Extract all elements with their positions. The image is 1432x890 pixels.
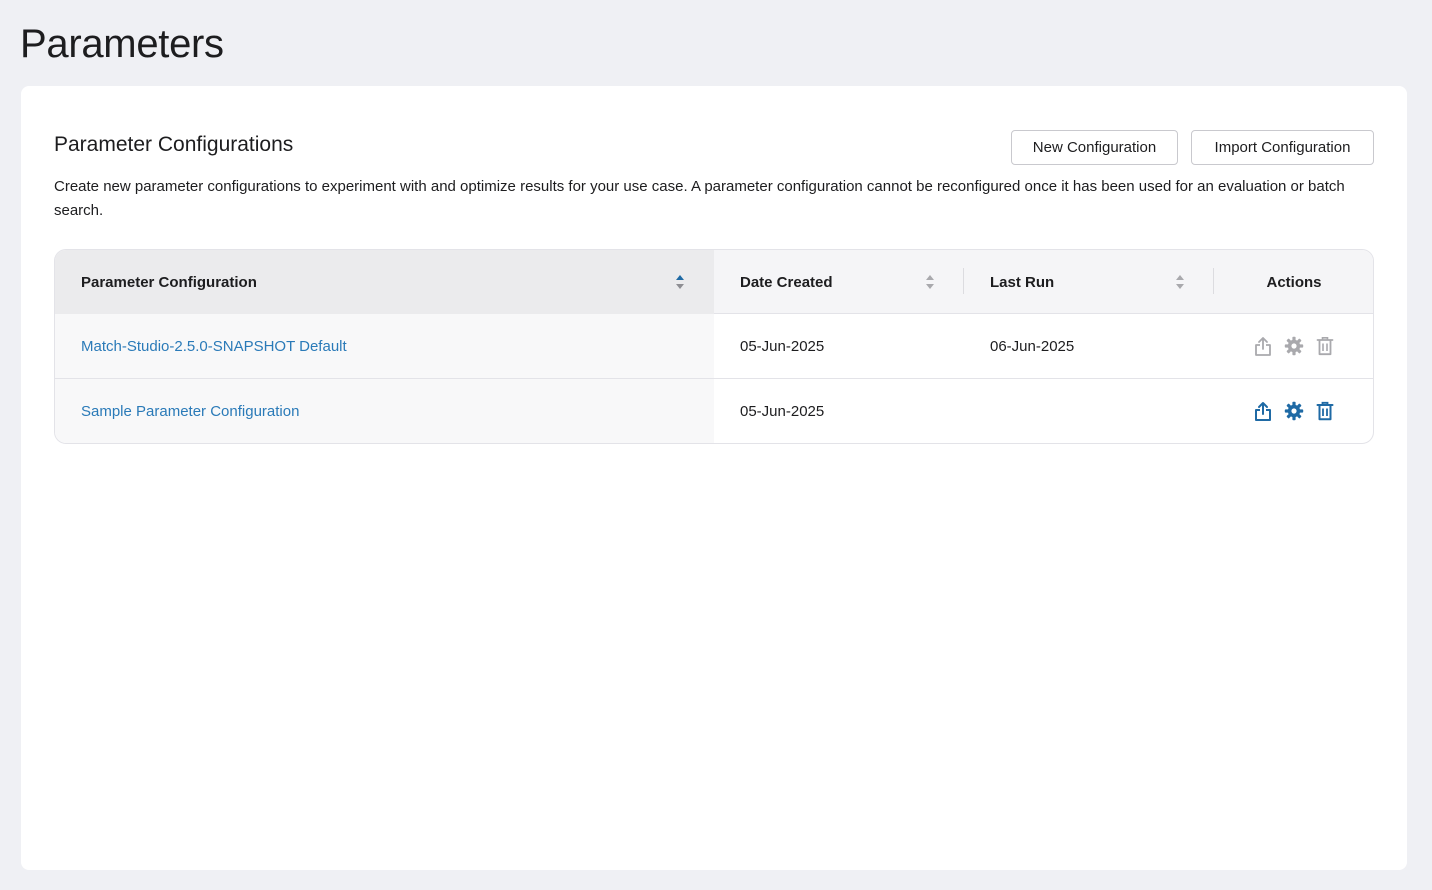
column-header-label: Date Created: [740, 273, 833, 291]
last-run-cell: 06-Jun-2025: [990, 337, 1075, 355]
trash-icon[interactable]: [1315, 401, 1336, 422]
table-row: Sample Parameter Configuration 05-Jun-20…: [55, 379, 1373, 443]
import-configuration-button[interactable]: Import Configuration: [1191, 130, 1374, 165]
configuration-link[interactable]: Sample Parameter Configuration: [81, 403, 299, 420]
configuration-name-cell: Sample Parameter Configuration: [55, 379, 714, 443]
configurations-card: Parameter Configurations New Configurati…: [21, 86, 1407, 870]
column-header-parameter-configuration[interactable]: Parameter Configuration: [55, 250, 714, 314]
sort-ascending-icon[interactable]: [675, 274, 685, 290]
sort-icon[interactable]: [1175, 274, 1185, 290]
export-icon[interactable]: [1253, 336, 1274, 357]
actions-cell: [1214, 379, 1373, 443]
column-header-label: Last Run: [990, 273, 1055, 291]
configuration-name-cell: Match-Studio-2.5.0-SNAPSHOT Default: [55, 314, 714, 378]
table-row: Match-Studio-2.5.0-SNAPSHOT Default 05-J…: [55, 314, 1373, 379]
column-header-label: Parameter Configuration: [81, 273, 257, 291]
date-created-cell: 05-Jun-2025: [740, 402, 825, 420]
gear-icon[interactable]: [1284, 401, 1305, 422]
column-header-label: Actions: [1266, 273, 1322, 291]
actions-cell: [1214, 314, 1373, 378]
column-header-actions: Actions: [1214, 250, 1373, 314]
section-title: Parameter Configurations: [54, 133, 294, 156]
gear-icon[interactable]: [1284, 336, 1305, 357]
sort-icon[interactable]: [925, 274, 935, 290]
section-description: Create new parameter configurations to e…: [54, 178, 1345, 219]
table-header: Parameter Configuration Date Created Las…: [55, 250, 1373, 314]
configuration-link[interactable]: Match-Studio-2.5.0-SNAPSHOT Default: [81, 338, 347, 355]
new-configuration-button[interactable]: New Configuration: [1011, 130, 1178, 165]
trash-icon[interactable]: [1315, 336, 1336, 357]
page-title: Parameters: [20, 22, 224, 66]
export-icon[interactable]: [1253, 401, 1274, 422]
last-run-cell: [964, 379, 1214, 443]
column-header-date-created[interactable]: Date Created: [714, 250, 964, 314]
configurations-table: Parameter Configuration Date Created Las…: [54, 249, 1374, 444]
column-header-last-run[interactable]: Last Run: [964, 250, 1214, 314]
date-created-cell: 05-Jun-2025: [740, 337, 825, 355]
